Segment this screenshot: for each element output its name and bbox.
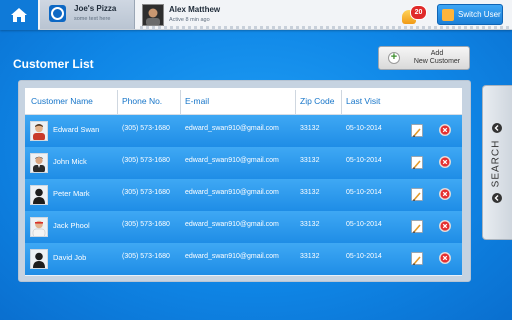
customer-avatar bbox=[30, 217, 48, 237]
customer-name: Peter Mark bbox=[53, 189, 90, 198]
search-tab[interactable]: SEARCH bbox=[482, 85, 512, 240]
edit-icon[interactable] bbox=[411, 124, 423, 137]
email-address: edward_swan910@gmail.com bbox=[185, 253, 279, 260]
column-header-phone[interactable]: Phone No. bbox=[122, 96, 162, 106]
zip-code: 33132 bbox=[300, 125, 320, 132]
delete-icon[interactable] bbox=[439, 188, 451, 200]
column-header-email[interactable]: E-mail bbox=[185, 96, 209, 106]
decorative-edge bbox=[140, 26, 512, 30]
last-visit-date: 05-10-2014 bbox=[346, 125, 382, 132]
zip-code: 33132 bbox=[300, 221, 320, 228]
page-title: Customer List bbox=[13, 57, 94, 71]
edit-icon[interactable] bbox=[411, 220, 423, 233]
switch-user-button[interactable]: Switch User bbox=[437, 4, 503, 25]
email-address: edward_swan910@gmail.com bbox=[185, 189, 279, 196]
home-icon bbox=[11, 8, 27, 22]
edit-icon[interactable] bbox=[411, 188, 423, 201]
customer-name: David Job bbox=[53, 253, 87, 262]
column-header-name[interactable]: Customer Name bbox=[31, 96, 93, 106]
chevron-left-icon bbox=[492, 123, 502, 133]
customer-avatar bbox=[30, 185, 48, 205]
last-visit-date: 05-10-2014 bbox=[346, 189, 382, 196]
chevron-left-icon bbox=[492, 193, 502, 203]
customer-avatar bbox=[30, 153, 48, 173]
column-header-zip[interactable]: Zip Code bbox=[300, 96, 335, 106]
customer-name: Jack Phool bbox=[53, 221, 90, 230]
zip-code: 33132 bbox=[300, 157, 320, 164]
email-address: edward_swan910@gmail.com bbox=[185, 221, 279, 228]
customer-avatar bbox=[30, 121, 48, 141]
delete-icon[interactable] bbox=[439, 156, 451, 168]
phone-number: (305) 573-1680 bbox=[122, 157, 170, 164]
table-header: Customer Name Phone No. E-mail Zip Code … bbox=[25, 88, 462, 115]
column-divider bbox=[341, 90, 342, 114]
zip-code: 33132 bbox=[300, 189, 320, 196]
phone-number: (305) 573-1680 bbox=[122, 125, 170, 132]
current-user-status: Active 8 min ago bbox=[169, 17, 210, 23]
top-bar: Joe's Pizza some text here Alex Matthew … bbox=[0, 0, 512, 30]
customer-name: John Mick bbox=[53, 157, 87, 166]
column-divider bbox=[180, 90, 181, 114]
add-customer-label-line1: Add bbox=[430, 50, 444, 57]
customer-avatar bbox=[30, 249, 48, 269]
edit-icon[interactable] bbox=[411, 252, 423, 265]
table-row[interactable]: Jack Phool (305) 573-1680 edward_swan910@g… bbox=[25, 211, 462, 244]
delete-icon[interactable] bbox=[439, 124, 451, 136]
add-customer-button[interactable]: + Add New Customer bbox=[378, 46, 470, 70]
switch-user-icon bbox=[442, 8, 454, 21]
column-divider bbox=[117, 90, 118, 114]
last-visit-date: 05-10-2014 bbox=[346, 221, 382, 228]
phone-number: (305) 573-1680 bbox=[122, 221, 170, 228]
add-customer-label-line2: New Customer bbox=[413, 58, 461, 65]
brand-name: Joe's Pizza bbox=[74, 4, 117, 13]
table-row[interactable]: David Job (305) 573-1680 edward_swan910@gm… bbox=[25, 243, 462, 276]
column-divider bbox=[295, 90, 296, 114]
customer-table-panel: Customer Name Phone No. E-mail Zip Code … bbox=[18, 80, 471, 282]
table-row[interactable]: Peter Mark (305) 573-1680 edward_swan910@g… bbox=[25, 179, 462, 212]
switch-user-label: Switch User bbox=[458, 10, 501, 19]
zip-code: 33132 bbox=[300, 253, 320, 260]
email-address: edward_swan910@gmail.com bbox=[185, 157, 279, 164]
current-user-avatar[interactable] bbox=[142, 4, 164, 26]
notification-count-badge: 20 bbox=[410, 5, 427, 20]
brand-logo-icon bbox=[49, 5, 66, 22]
add-customer-label: Add New Customer bbox=[407, 50, 467, 66]
restaurant-brand[interactable]: Joe's Pizza some text here bbox=[40, 0, 135, 29]
home-button[interactable] bbox=[0, 0, 38, 30]
table-row[interactable]: Edward Swan (305) 573-1680 edward_swan910@… bbox=[25, 115, 462, 148]
brand-subtitle: some text here bbox=[74, 16, 111, 22]
last-visit-date: 05-10-2014 bbox=[346, 157, 382, 164]
notifications-button[interactable]: 20 bbox=[402, 5, 427, 25]
customer-name: Edward Swan bbox=[53, 125, 100, 134]
email-address: edward_swan910@gmail.com bbox=[185, 125, 279, 132]
current-user-name: Alex Matthew bbox=[169, 5, 221, 14]
delete-icon[interactable] bbox=[439, 252, 451, 264]
search-tab-label: SEARCH bbox=[490, 139, 502, 188]
last-visit-date: 05-10-2014 bbox=[346, 253, 382, 260]
table-row[interactable]: John Mick (305) 573-1680 edward_swan910@gm… bbox=[25, 147, 462, 180]
delete-icon[interactable] bbox=[439, 220, 451, 232]
phone-number: (305) 573-1680 bbox=[122, 189, 170, 196]
column-header-last-visit[interactable]: Last Visit bbox=[346, 96, 380, 106]
customer-table: Customer Name Phone No. E-mail Zip Code … bbox=[25, 88, 462, 276]
edit-icon[interactable] bbox=[411, 156, 423, 169]
phone-number: (305) 573-1680 bbox=[122, 253, 170, 260]
plus-icon: + bbox=[388, 52, 400, 64]
